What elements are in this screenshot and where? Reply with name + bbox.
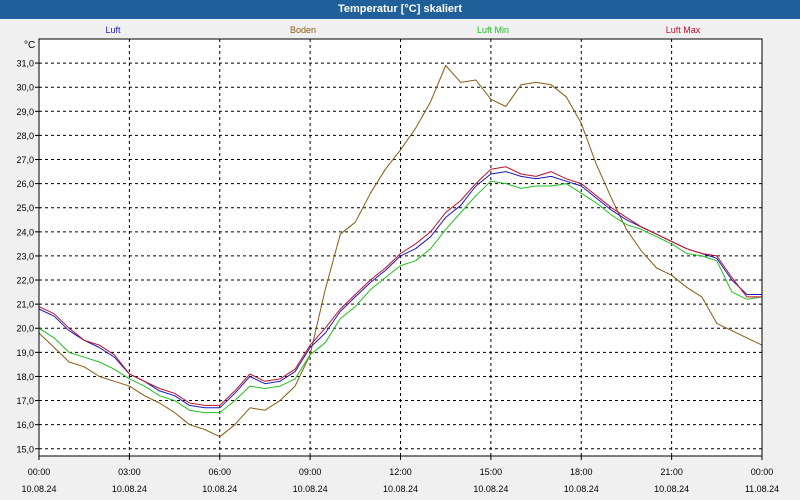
temperature-chart: Luft Boden Luft Min Luft Max 15,0 16,0 17,0 18… xyxy=(0,19,800,500)
x-tick-time-label: 09:00 xyxy=(299,467,322,477)
y-tick-label: 15,0 xyxy=(16,444,34,454)
x-tick-date-label: 10.08.24 xyxy=(202,484,237,494)
legend-boden: Boden xyxy=(290,25,316,35)
y-tick-label: 23,0 xyxy=(16,251,34,261)
x-tick-time-label: 03:00 xyxy=(118,467,141,477)
x-tick-time-label: 12:00 xyxy=(389,467,412,477)
x-tick-date-label: 10.08.24 xyxy=(564,484,599,494)
y-tick-label: 16,0 xyxy=(16,420,34,430)
y-tick-label: 30,0 xyxy=(16,83,34,93)
x-tick-time-label: 00:00 xyxy=(28,467,51,477)
y-tick-label: 31,0 xyxy=(16,59,34,69)
legend-luft-max: Luft Max xyxy=(666,25,701,35)
window-title: Temperatur [°C] skaliert xyxy=(0,0,800,19)
x-tick-time-label: 21:00 xyxy=(660,467,683,477)
chart-window: Temperatur [°C] skaliert Luft Boden Luft M… xyxy=(0,0,800,500)
y-tick-label: 28,0 xyxy=(16,131,34,141)
legend-luft: Luft xyxy=(105,25,121,35)
y-tick-label: 29,0 xyxy=(16,107,34,117)
y-tick-label: 20,0 xyxy=(16,324,34,334)
x-tick-date-label: 10.08.24 xyxy=(473,484,508,494)
y-tick-label: 24,0 xyxy=(16,227,34,237)
y-tick-label: 22,0 xyxy=(16,276,34,286)
x-tick-time-label: 00:00 xyxy=(751,467,774,477)
y-tick-label: 18,0 xyxy=(16,372,34,382)
x-tick-date-label: 10.08.24 xyxy=(21,484,56,494)
x-tick-date-label: 10.08.24 xyxy=(383,484,418,494)
legend-luft-min: Luft Min xyxy=(477,25,509,35)
x-tick-date-label: 11.08.24 xyxy=(745,484,779,494)
y-tick-label: 19,0 xyxy=(16,348,34,358)
y-tick-label: 25,0 xyxy=(16,203,34,213)
y-tick-label: 26,0 xyxy=(16,179,34,189)
y-tick-label: 21,0 xyxy=(16,300,34,310)
x-tick-time-label: 15:00 xyxy=(480,467,503,477)
x-tick-date-label: 10.08.24 xyxy=(112,484,147,494)
y-tick-label: 27,0 xyxy=(16,155,34,165)
x-tick-time-label: 06:00 xyxy=(208,467,231,477)
x-tick-date-label: 10.08.24 xyxy=(654,484,689,494)
y-tick-label: 17,0 xyxy=(16,396,34,406)
x-tick-date-label: 10.08.24 xyxy=(293,484,328,494)
x-tick-time-label: 18:00 xyxy=(570,467,593,477)
y-axis-unit-label: °C xyxy=(24,40,35,51)
